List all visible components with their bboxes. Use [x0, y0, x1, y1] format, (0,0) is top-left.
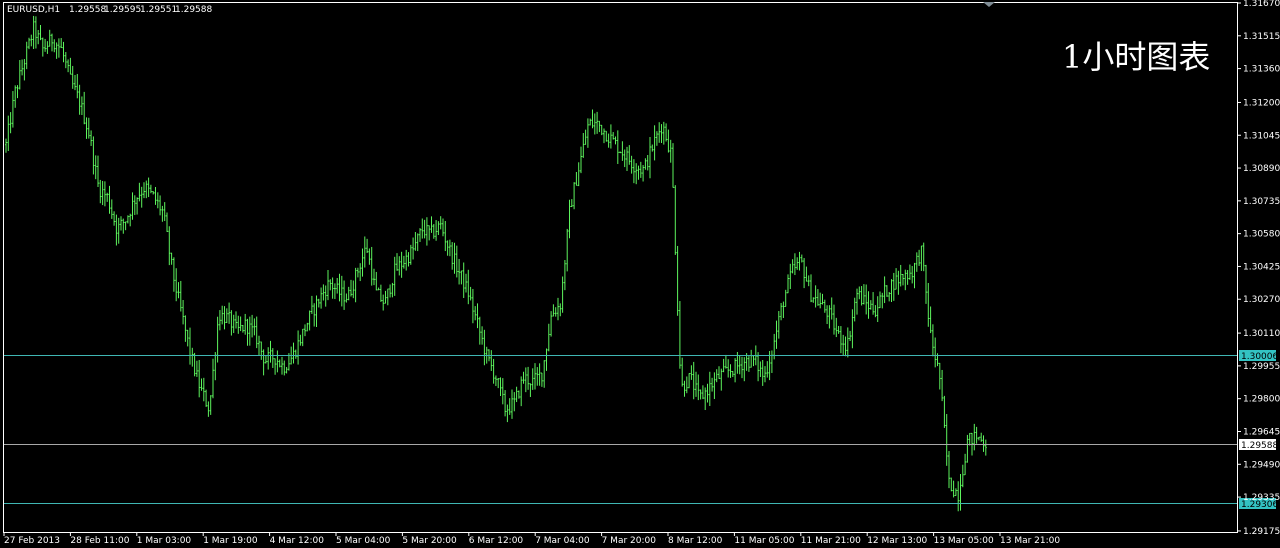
symbol-label: EURUSD,H1 [7, 5, 60, 15]
x-tick-label: 27 Feb 2013 [4, 536, 60, 546]
y-tick-label: 1.31670 [1243, 0, 1280, 9]
x-tick-label: 13 Mar 21:00 [1000, 536, 1060, 546]
x-tick-label: 7 Mar 20:00 [602, 536, 657, 546]
y-tick-label: 1.30735 [1243, 197, 1280, 207]
y-tick-label: 1.31200 [1243, 98, 1280, 108]
y-tick-label: 1.29490 [1243, 460, 1280, 470]
x-tick-label: 8 Mar 12:00 [668, 536, 723, 546]
x-tick-label: 5 Mar 04:00 [336, 536, 391, 546]
y-tick-label: 1.29800 [1243, 395, 1280, 405]
x-tick-label: 11 Mar 21:00 [801, 536, 861, 546]
x-tick-label: 1 Mar 03:00 [137, 536, 192, 546]
bid-price-tag-label: 1.29588 [1241, 441, 1278, 451]
ohlc-open: 1.29558 [69, 5, 106, 15]
level-price-tag-label: 1.30006 [1241, 352, 1278, 362]
x-tick-label: 11 Mar 05:00 [734, 536, 794, 546]
y-tick-label: 1.29645 [1243, 427, 1280, 437]
y-tick-label: 1.29335 [1243, 493, 1280, 503]
y-tick-label: 1.29955 [1243, 362, 1280, 372]
x-tick-label: 1 Mar 19:00 [203, 536, 258, 546]
y-tick-label: 1.31045 [1243, 131, 1280, 141]
price-chart[interactable]: 1.300061.295881.29306 1.316701.315151.31… [0, 0, 1280, 548]
x-tick-label: 28 Feb 11:00 [70, 536, 129, 546]
x-tick-label: 12 Mar 13:00 [867, 536, 927, 546]
y-tick-label: 1.30580 [1243, 230, 1280, 240]
ohlc-close: 1.29588 [175, 5, 212, 15]
y-tick-label: 1.31360 [1243, 65, 1280, 75]
chart-background [0, 0, 1280, 548]
x-tick-label: 5 Mar 20:00 [402, 536, 457, 546]
y-tick-label: 1.30110 [1243, 329, 1280, 339]
overlay-title: 1小时图表 [1062, 38, 1210, 76]
ohlc-high: 1.29595 [104, 5, 141, 15]
ohlc-low: 1.29551 [140, 5, 177, 15]
y-tick-label: 1.30425 [1243, 262, 1280, 272]
x-tick-label: 7 Mar 04:00 [535, 536, 590, 546]
y-tick-label: 1.30890 [1243, 164, 1280, 174]
y-tick-label: 1.29175 [1243, 527, 1280, 537]
x-tick-label: 13 Mar 05:00 [934, 536, 994, 546]
y-tick-label: 1.30270 [1243, 295, 1280, 305]
y-tick-label: 1.31515 [1243, 32, 1280, 42]
x-tick-label: 4 Mar 12:00 [270, 536, 325, 546]
x-tick-label: 6 Mar 12:00 [469, 536, 524, 546]
